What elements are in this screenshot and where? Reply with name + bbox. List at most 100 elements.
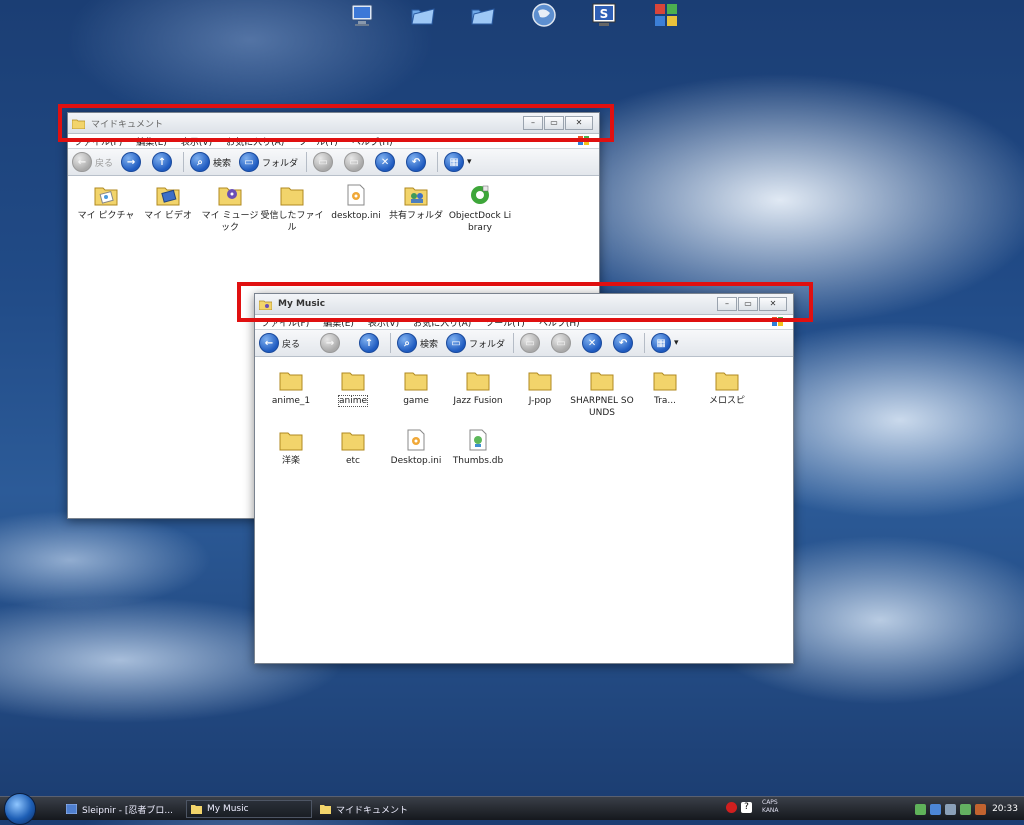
file-item[interactable]: ObjectDock Library (448, 184, 512, 234)
taskbar-item-sleipnir[interactable]: Sleipnir - [忍者ブロ... (62, 800, 180, 818)
clock[interactable]: 20:33 (992, 804, 1018, 814)
folder-blue-icon[interactable] (407, 0, 437, 30)
search-label: 検索 (213, 158, 232, 169)
window-my-music[interactable]: My Music – ▭ ✕ ファイル(F) 編集(E) 表示(V) お気に入り… (254, 293, 794, 664)
search-label: 検索 (420, 339, 439, 350)
objectdock-icon (471, 185, 489, 204)
file-item[interactable]: メロスピ (695, 369, 759, 407)
file-item[interactable]: マイ ミュージック (198, 184, 262, 234)
folders-label: フォルダ (262, 158, 299, 169)
toolbar-separator (390, 333, 392, 353)
taskbar-item-my-documents[interactable]: マイドキュメント (316, 800, 442, 818)
file-label: マイ ミュージック (201, 211, 259, 233)
back-button[interactable]: ← 戻る (259, 333, 300, 353)
volume-icon[interactable] (960, 803, 972, 815)
apps-grid-icon[interactable] (651, 0, 681, 30)
file-label: 洋楽 (281, 456, 300, 466)
file-label: Thumbs.db (452, 456, 504, 466)
task-label: マイドキュメント (336, 805, 409, 816)
file-item[interactable]: J-pop (508, 369, 572, 407)
file-label: Tra... (654, 396, 676, 406)
file-item[interactable]: SHARPNEL SOUNDS (570, 369, 634, 419)
taskbar-item-my-music[interactable]: My Music (186, 800, 312, 818)
file-item[interactable]: 受信したファイル (260, 184, 324, 234)
undo-button[interactable]: ↶ (613, 333, 636, 353)
up-button[interactable]: ↑ (359, 333, 382, 353)
file-item[interactable]: etc (321, 429, 385, 467)
file-item[interactable]: 洋楽 (259, 429, 323, 467)
app-tray-icon[interactable] (975, 803, 987, 815)
file-label: SHARPNEL SOUNDS (570, 396, 634, 418)
copy-to-button[interactable]: ▭ (344, 152, 367, 172)
network-icon[interactable] (945, 803, 957, 815)
folders-button[interactable]: ▭ フォルダ (239, 152, 298, 172)
forward-arrow-icon: → (121, 152, 142, 172)
folder-icon (715, 372, 739, 391)
delete-button[interactable]: ✕ (375, 152, 398, 172)
undo-button[interactable]: ↶ (406, 152, 429, 172)
views-button[interactable]: ▦ ▾ (444, 152, 472, 172)
file-item[interactable]: マイ ビデオ (136, 184, 200, 222)
taskbar: Sleipnir - [忍者ブロ... My Music マイドキュメント ? … (0, 793, 1024, 825)
copy-to-button[interactable]: ▭ (551, 333, 574, 353)
file-label: desktop.ini (331, 211, 381, 221)
videos-folder-icon (156, 187, 180, 206)
file-item[interactable]: マイ ピクチャ (74, 184, 138, 222)
back-label: 戻る (282, 339, 301, 350)
file-label: ObjectDock Library (448, 211, 512, 233)
file-item[interactable]: anime (321, 369, 385, 407)
views-icon: ▦ (444, 152, 465, 172)
ime-red-icon[interactable] (726, 802, 737, 813)
views-button[interactable]: ▦ ▾ (651, 333, 679, 353)
computer-icon[interactable] (347, 0, 377, 30)
help-icon[interactable]: ? (741, 802, 752, 813)
task-label: My Music (207, 804, 249, 814)
file-item[interactable]: desktop.ini (324, 184, 388, 222)
back-arrow-icon: ← (72, 152, 92, 172)
toolbar-separator (306, 152, 308, 172)
up-button[interactable]: ↑ (152, 152, 175, 172)
folder-icon (466, 372, 490, 391)
file-item[interactable]: game (384, 369, 448, 407)
file-item[interactable]: anime_1 (259, 369, 323, 407)
toolbar: ← 戻る → ↑ ⌕ 検索 ▭ フォルダ ▭ ▭ ✕ ↶ ▦ ▾ (255, 330, 793, 357)
folder-icon (191, 805, 202, 814)
folders-icon: ▭ (239, 152, 260, 172)
file-item[interactable]: Jazz Fusion (446, 369, 510, 407)
file-item[interactable]: Desktop.ini (384, 429, 448, 467)
back-button[interactable]: ← 戻る (72, 152, 113, 172)
input-method-icon[interactable] (930, 803, 942, 815)
file-label: game (403, 396, 429, 406)
copy-icon: ▭ (344, 152, 365, 172)
folder-icon (280, 187, 304, 206)
folder-icon (528, 372, 552, 391)
pictures-folder-icon (94, 187, 118, 206)
forward-button[interactable]: → (320, 333, 343, 353)
delete-button[interactable]: ✕ (582, 333, 605, 353)
move-to-button[interactable]: ▭ (313, 152, 336, 172)
folder-blue-icon[interactable] (467, 0, 497, 30)
file-item[interactable]: Thumbs.db (446, 429, 510, 467)
file-label: Jazz Fusion (453, 396, 503, 406)
user-icon[interactable] (915, 803, 927, 815)
move-to-button[interactable]: ▭ (520, 333, 543, 353)
search-button[interactable]: ⌕ 検索 (190, 152, 231, 172)
file-label: 受信したファイル (260, 211, 324, 233)
forward-button[interactable]: → (121, 152, 144, 172)
search-button[interactable]: ⌕ 検索 (397, 333, 438, 353)
toolbar: ← 戻る → ↑ ⌕ 検索 ▭ フォルダ ▭ ▭ ✕ ↶ ▦ ▾ (68, 149, 599, 176)
file-view[interactable]: anime_1 anime game Jazz Fusion J-pop SHA… (255, 357, 793, 663)
app-s-icon[interactable]: S (589, 0, 619, 30)
ime-status[interactable]: CAPS KANA (762, 799, 779, 815)
music-folder-icon (218, 187, 242, 206)
folders-button[interactable]: ▭ フォルダ (446, 333, 505, 353)
system-tray: 20:33 (911, 800, 1018, 818)
folder-icon (279, 372, 303, 391)
search-icon: ⌕ (190, 152, 211, 172)
up-arrow-icon: ↑ (152, 152, 173, 172)
file-item[interactable]: 共有フォルダ (384, 184, 448, 222)
globe-icon[interactable] (529, 0, 559, 30)
start-button[interactable] (4, 793, 36, 825)
folders-icon: ▭ (446, 333, 467, 353)
file-item[interactable]: Tra... (633, 369, 697, 407)
